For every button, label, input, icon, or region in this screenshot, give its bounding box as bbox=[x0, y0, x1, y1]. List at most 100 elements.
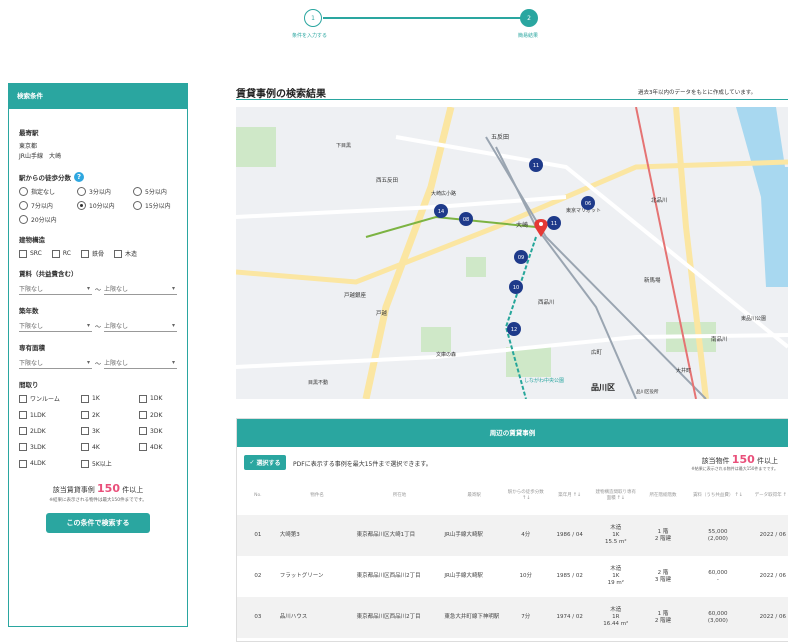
map-pin[interactable]: 11 bbox=[547, 216, 561, 230]
help-icon[interactable]: ? bbox=[74, 172, 84, 182]
sort-icon[interactable]: ↑↓ bbox=[573, 492, 581, 498]
layout-option[interactable]: 1DK bbox=[139, 394, 179, 403]
map-canvas[interactable]: 五反田 大崎 大崎広小路 西五反田 戸越銀座 戸越 品川区 品川区役所 しながわ… bbox=[236, 107, 788, 399]
layout-option[interactable]: 3K bbox=[81, 427, 139, 435]
walk-option[interactable]: 5分以内 bbox=[133, 187, 183, 196]
radio-icon[interactable] bbox=[19, 201, 28, 210]
area-min-select[interactable]: 下限なし ▾ bbox=[19, 357, 92, 369]
sort-icon[interactable]: ↑↓ bbox=[783, 492, 788, 498]
age-min-select[interactable]: 下限なし ▾ bbox=[19, 320, 92, 332]
structure-option[interactable]: RC bbox=[51, 249, 71, 258]
sort-icon[interactable]: ↑↓ bbox=[522, 495, 530, 501]
walk-option[interactable]: 20分以内 bbox=[19, 215, 77, 224]
map-pin[interactable]: 06 bbox=[581, 196, 595, 210]
col-header-name: 物件名 bbox=[310, 493, 324, 498]
map-pin[interactable]: 08 bbox=[459, 212, 473, 226]
col-header-walk[interactable]: 駅からの徒歩分数↑↓ bbox=[505, 475, 547, 515]
col-header-built[interactable]: 築年月↑↓ bbox=[547, 475, 593, 515]
layout-option[interactable]: 3LDK bbox=[19, 443, 81, 451]
layout-option[interactable]: ワンルーム bbox=[19, 394, 81, 403]
stepper-line bbox=[323, 17, 523, 19]
map-pin[interactable]: 12 bbox=[507, 322, 521, 336]
checkbox-icon[interactable] bbox=[19, 427, 27, 435]
svg-text:10: 10 bbox=[513, 285, 519, 291]
sort-icon[interactable]: ↑↓ bbox=[734, 492, 742, 498]
checkbox-icon[interactable] bbox=[81, 459, 89, 468]
walk-option[interactable]: 指定なし bbox=[19, 187, 77, 196]
checkbox-icon[interactable] bbox=[51, 249, 60, 258]
map-pin[interactable]: 11 bbox=[529, 158, 543, 172]
checkbox-icon[interactable] bbox=[113, 249, 122, 258]
checkbox-icon[interactable] bbox=[139, 394, 147, 403]
cell-address: 東京都品川区西品川2丁目 bbox=[356, 573, 421, 579]
checkbox-icon[interactable] bbox=[80, 249, 89, 258]
layout-option[interactable]: 2DK bbox=[139, 411, 179, 419]
walk-option[interactable]: 15分以内 bbox=[133, 201, 183, 210]
step-1-label: 条件を入力する bbox=[292, 33, 328, 39]
col-header-rent[interactable]: 賃料（うち共益費）↑↓ bbox=[687, 475, 748, 515]
checkbox-icon[interactable] bbox=[19, 394, 27, 403]
radio-icon[interactable] bbox=[133, 187, 142, 196]
checkbox-icon[interactable] bbox=[81, 443, 89, 451]
search-button[interactable]: この条件で検索する bbox=[46, 513, 150, 533]
map-pin[interactable]: 10 bbox=[509, 280, 523, 294]
step-2-circle: 2 bbox=[520, 9, 538, 27]
area-max-select[interactable]: 上限なし ▾ bbox=[104, 357, 177, 369]
area-title: 専有面積 bbox=[19, 344, 45, 352]
checkbox-icon[interactable] bbox=[19, 443, 27, 451]
col-header-year[interactable]: データ取得年↑↓ bbox=[749, 475, 788, 515]
select-button[interactable]: ✓ 選択する bbox=[244, 455, 286, 470]
radio-icon[interactable] bbox=[19, 215, 28, 224]
checkbox-icon[interactable] bbox=[81, 427, 89, 435]
layout-option[interactable]: 4K bbox=[81, 443, 139, 451]
layout-option[interactable]: 4LDK bbox=[19, 459, 81, 468]
radio-selected-icon[interactable] bbox=[77, 201, 86, 210]
radio-icon[interactable] bbox=[77, 187, 86, 196]
layout-option[interactable]: 1LDK bbox=[19, 411, 81, 419]
cell-structure: 木造 1R 16.44 m² bbox=[603, 607, 629, 627]
sort-icon[interactable]: ↑↓ bbox=[617, 495, 625, 501]
layout-option[interactable]: 2LDK bbox=[19, 427, 81, 435]
checkbox-icon[interactable] bbox=[19, 411, 27, 419]
svg-text:09: 09 bbox=[518, 255, 524, 261]
map-pin[interactable]: 09 bbox=[514, 250, 528, 264]
cell-walk: 4分 bbox=[521, 532, 531, 538]
checkbox-icon[interactable] bbox=[139, 427, 147, 435]
checkbox-icon[interactable] bbox=[19, 459, 27, 468]
layout-option[interactable]: 5K以上 bbox=[81, 459, 139, 468]
results-count-number: 150 bbox=[731, 453, 755, 466]
park-area bbox=[236, 127, 276, 167]
rent-max-select[interactable]: 上限なし ▾ bbox=[104, 283, 177, 295]
checkbox-icon[interactable] bbox=[139, 443, 147, 451]
checkbox-icon[interactable] bbox=[81, 394, 89, 403]
walk-option[interactable]: 3分以内 bbox=[77, 187, 133, 196]
radio-icon[interactable] bbox=[133, 201, 142, 210]
walk-radio-group: 指定なし 3分以内 5分以内 7分以内 10分以内 15分以内 20分以内 bbox=[19, 187, 177, 224]
table-row[interactable]: 01 大崎第3 東京都品川区大崎1丁目 JR山手線大崎駅 4分 1986 / 0… bbox=[237, 515, 788, 556]
map-pin[interactable]: 14 bbox=[434, 204, 448, 218]
checkbox-icon[interactable] bbox=[81, 411, 89, 419]
checkbox-icon[interactable] bbox=[139, 411, 147, 419]
structure-option[interactable]: 鉄骨 bbox=[80, 249, 104, 258]
age-max-select[interactable]: 上限なし ▾ bbox=[104, 320, 177, 332]
progress-stepper: 1 2 条件を入力する 簡易結果 bbox=[0, 9, 788, 43]
map[interactable]: 五反田 大崎 大崎広小路 西五反田 戸越銀座 戸越 品川区 品川区役所 しながわ… bbox=[236, 107, 788, 399]
rent-title: 賃料（共益費含む） bbox=[19, 270, 78, 278]
layout-option[interactable]: 4DK bbox=[139, 443, 179, 451]
table-row[interactable]: 03 品川ハウス 東京都品川区西品川2丁目 東急大井町線下神明駅 7分 1974… bbox=[237, 597, 788, 638]
checkbox-icon[interactable] bbox=[19, 249, 27, 258]
col-header-structure[interactable]: 建物構造間取り専有面積↑↓ bbox=[593, 475, 639, 515]
layout-option[interactable]: 2K bbox=[81, 411, 139, 419]
structure-option[interactable]: SRC bbox=[19, 249, 42, 258]
walk-option-selected[interactable]: 10分以内 bbox=[77, 201, 133, 210]
structure-title: 建物構造 bbox=[19, 236, 45, 244]
structure-option[interactable]: 木造 bbox=[113, 249, 137, 258]
layout-option[interactable]: 1K bbox=[81, 394, 139, 403]
cell-built: 1985 / 02 bbox=[556, 573, 583, 579]
walk-option[interactable]: 7分以内 bbox=[19, 201, 77, 210]
layout-option[interactable]: 3DK bbox=[139, 427, 179, 435]
select-row: ✓ 選択する PDFに表示する事例を最大15件まで選択できます。 該当物件 15… bbox=[237, 447, 788, 475]
radio-icon[interactable] bbox=[19, 187, 28, 196]
rent-min-select[interactable]: 下限なし ▾ bbox=[19, 283, 92, 295]
table-row[interactable]: 02 フラットグリーン 東京都品川区西品川2丁目 JR山手線大崎駅 10分 19… bbox=[237, 556, 788, 597]
